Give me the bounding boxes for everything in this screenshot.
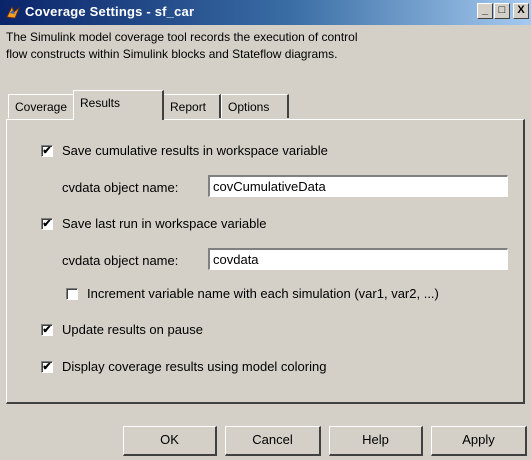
model-coloring-checkbox[interactable]: ✔ [41,361,53,373]
tab-report[interactable]: Report [163,94,221,118]
last-run-name-input[interactable]: covdata [208,248,508,270]
save-cumulative-label: Save cumulative results in workspace var… [62,143,328,158]
update-on-pause-checkbox[interactable]: ✔ [41,324,53,336]
minimize-button[interactable]: _ [477,3,493,19]
maximize-button[interactable]: □ [494,3,510,19]
increment-name-label: Increment variable name with each simula… [87,286,439,301]
save-cumulative-checkbox[interactable]: ✔ [41,145,53,157]
tab-options[interactable]: Options [221,94,289,118]
cumulative-name-input[interactable]: covCumulativeData [208,175,508,197]
ok-button[interactable]: OK [123,426,217,456]
tab-results[interactable]: Results [73,90,164,120]
description: The Simulink model coverage tool records… [6,29,526,63]
cumulative-name-label: cvdata object name: [62,180,179,195]
save-last-run-checkbox[interactable]: ✔ [41,218,53,230]
save-last-run-label: Save last run in workspace variable [62,216,267,231]
close-button[interactable]: X [513,3,529,19]
last-run-name-label: cvdata object name: [62,253,179,268]
model-coloring-label: Display coverage results using model col… [62,359,327,374]
update-on-pause-label: Update results on pause [62,322,203,337]
description-line-2: flow constructs within Simulink blocks a… [6,47,338,61]
window-title: Coverage Settings - sf_car [25,4,195,19]
apply-button[interactable]: Apply [431,426,527,456]
simulink-icon [6,6,20,19]
help-button[interactable]: Help [329,426,423,456]
tab-coverage[interactable]: Coverage [8,94,75,118]
cancel-button[interactable]: Cancel [225,426,321,456]
increment-name-checkbox[interactable] [66,288,78,300]
description-line-1: The Simulink model coverage tool records… [6,30,358,44]
